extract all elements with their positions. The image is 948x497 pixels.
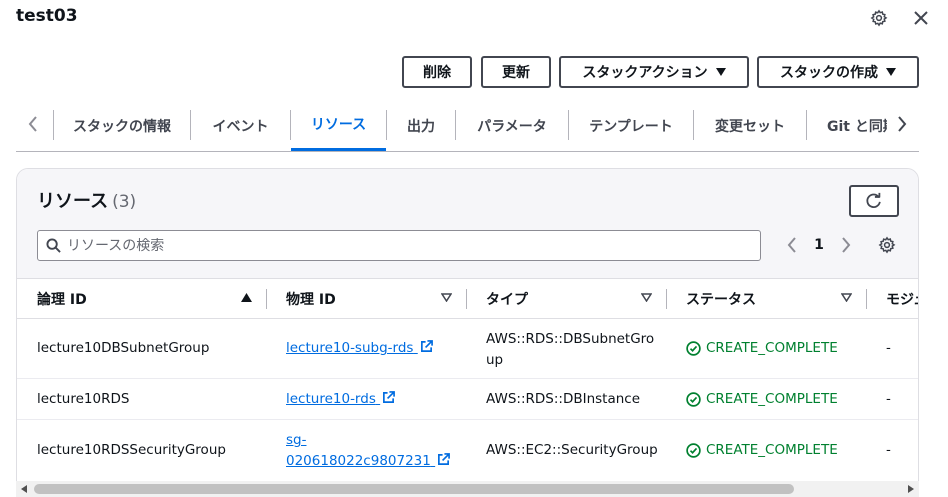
tab-label: リソース [310, 117, 367, 133]
sort-icon[interactable] [841, 293, 852, 302]
horizontal-scrollbar[interactable] [16, 481, 919, 497]
table-row: lecture10DBSubnetGroup lecture10-subg-rd… [17, 319, 918, 379]
status-success-icon [686, 340, 701, 356]
refresh-button[interactable] [849, 185, 899, 217]
tab-git-sync[interactable]: Git と同期 [807, 100, 887, 151]
physical-id-text: sg- [286, 432, 307, 448]
module-cell: - [886, 391, 891, 407]
previous-page-icon[interactable] [782, 235, 802, 255]
column-divider [266, 289, 267, 309]
status-success-icon [686, 442, 701, 458]
sort-ascending-icon[interactable] [241, 293, 252, 302]
physical-id-text: lecture10-rds [286, 391, 376, 407]
tab-label: パラメータ [477, 118, 547, 135]
status-text: CREATE_COMPLETE [706, 442, 838, 458]
module-cell: - [886, 340, 891, 356]
sort-icon[interactable] [441, 293, 452, 302]
settings-gear-icon[interactable] [867, 6, 891, 30]
logical-id-cell: lecture10RDS [37, 391, 130, 407]
physical-id-link[interactable]: sg- 020618022c9807231 [286, 430, 451, 472]
stack-actions-label: スタックアクション [582, 65, 708, 81]
page-number[interactable]: 1 [809, 235, 829, 255]
logical-id-cell: lecture10DBSubnetGroup [37, 340, 210, 356]
resources-panel: リソース(3) 1 論理 ID [16, 168, 919, 497]
resource-search-input[interactable] [67, 237, 760, 254]
column-header-type[interactable]: タイプ [486, 289, 528, 309]
stack-actions-dropdown[interactable]: スタックアクション [559, 56, 749, 88]
caret-down-icon [886, 68, 896, 76]
status-cell: CREATE_COMPLETE [686, 442, 838, 458]
tab-label: 変更セット [715, 118, 785, 135]
update-button-label: 更新 [502, 65, 530, 81]
update-button[interactable]: 更新 [481, 56, 551, 88]
status-text: CREATE_COMPLETE [706, 391, 838, 407]
resources-count: (3) [112, 192, 137, 212]
create-stack-label: スタックの作成 [780, 65, 878, 81]
resources-panel-header: リソース(3) 1 [17, 169, 918, 279]
column-header-module[interactable]: モジュール [886, 289, 918, 309]
tab-scroll-right-icon[interactable] [891, 112, 913, 136]
tab-label: スタックの情報 [73, 118, 171, 135]
page-title: test03 [16, 6, 78, 26]
column-divider [466, 289, 467, 309]
external-link-icon [383, 391, 396, 403]
column-header-logical-id[interactable]: 論理 ID [37, 289, 87, 309]
type-cell: AWS::RDS::DBSubnetGro up [486, 329, 654, 371]
table-row: lecture10RDS lecture10-rds AWS::RDS::DBI… [17, 379, 918, 420]
module-cell: - [886, 442, 891, 458]
tab-template[interactable]: テンプレート [569, 100, 693, 151]
tab-label: Git と同期 [827, 118, 887, 135]
tab-change-sets[interactable]: 変更セット [694, 100, 806, 151]
logical-id-cell: lecture10RDSSecurityGroup [37, 442, 226, 458]
column-header-physical-id[interactable]: 物理 ID [286, 289, 336, 309]
scroll-left-arrow-icon[interactable] [21, 485, 27, 493]
external-link-icon [420, 340, 433, 352]
column-divider [866, 289, 867, 309]
search-icon [46, 238, 61, 253]
tab-stack-info[interactable]: スタックの情報 [54, 100, 190, 151]
type-cell: AWS::RDS::DBInstance [486, 391, 641, 407]
tab-scroll-left-icon[interactable] [22, 112, 44, 136]
physical-id-link[interactable]: lecture10-subg-rds [286, 340, 433, 356]
physical-id-text-continued: 020618022c9807231 [286, 453, 431, 469]
delete-button-label: 削除 [423, 65, 451, 81]
tab-label: テンプレート [589, 118, 673, 135]
physical-id-link[interactable]: lecture10-rds [286, 391, 396, 407]
column-header-status[interactable]: ステータス [686, 289, 756, 309]
status-cell: CREATE_COMPLETE [686, 340, 838, 356]
resources-title-text: リソース [37, 191, 109, 212]
type-cell: AWS::EC2::SecurityGroup [486, 442, 658, 458]
tab-bar: スタックの情報 イベント リソース 出力 パラメータ テンプレート 変更セット … [16, 100, 919, 152]
next-page-icon[interactable] [836, 235, 856, 255]
create-stack-dropdown[interactable]: スタックの作成 [757, 56, 919, 88]
tab-resources[interactable]: リソース [291, 100, 386, 151]
tab-events[interactable]: イベント [191, 100, 290, 151]
status-success-icon [686, 391, 701, 407]
table-row: lecture10RDSSecurityGroup sg- 020618022c… [17, 420, 918, 482]
table-preferences-gear-icon[interactable] [876, 235, 898, 255]
physical-id-text: lecture10-subg-rds [286, 340, 414, 356]
status-text: CREATE_COMPLETE [706, 340, 838, 356]
type-text-continued: up [486, 352, 504, 368]
resource-search-field[interactable] [37, 230, 761, 261]
tab-outputs[interactable]: 出力 [387, 100, 455, 151]
scrollbar-thumb[interactable] [34, 484, 794, 494]
column-divider [666, 289, 667, 309]
resources-table-header: 論理 ID 物理 ID タイプ ステータス モジュール [17, 279, 918, 319]
external-link-icon [438, 453, 451, 465]
sort-icon[interactable] [641, 293, 652, 302]
tab-parameters[interactable]: パラメータ [456, 100, 568, 151]
tab-label: 出力 [407, 118, 435, 135]
close-icon[interactable] [909, 6, 933, 30]
resources-title: リソース (3) [37, 187, 136, 213]
status-cell: CREATE_COMPLETE [686, 391, 838, 407]
tab-label: イベント [212, 118, 269, 135]
scroll-right-arrow-icon[interactable] [908, 485, 914, 493]
type-text: AWS::RDS::DBSubnetGro [486, 331, 655, 347]
caret-down-icon [715, 68, 726, 76]
delete-button[interactable]: 削除 [402, 56, 472, 88]
